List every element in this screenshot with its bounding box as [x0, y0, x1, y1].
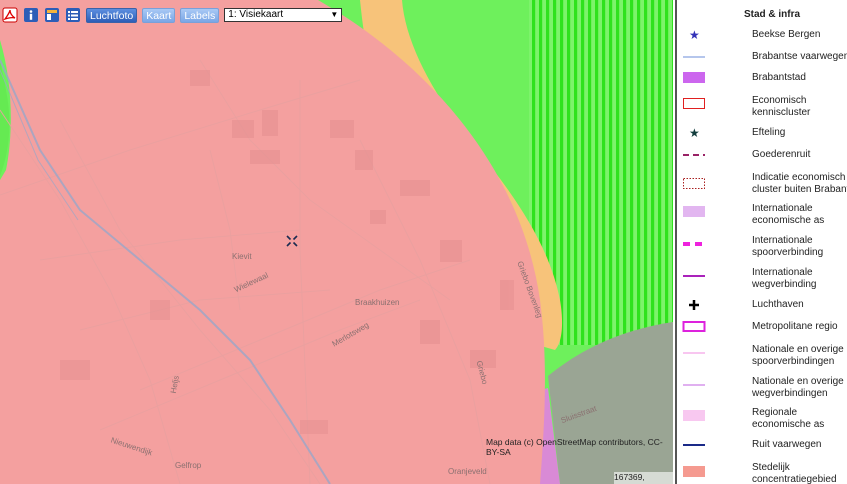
legend-label: Brabantse vaarwegen [752, 51, 847, 62]
legend-label: Nationale en overige spoorverbindingen [752, 344, 844, 367]
line-navy-legend-symbol-icon [681, 439, 707, 451]
dotted-red-legend-symbol-icon [681, 178, 707, 190]
coordinate-readout: 167369, 382551 [614, 472, 673, 484]
legend-label: Stedelijk concentratiegebied [752, 462, 837, 484]
thin-line-violet-legend-symbol-icon [681, 379, 707, 391]
svg-text:★: ★ [689, 127, 700, 139]
luchtfoto-button[interactable]: Luchtfoto [86, 7, 138, 23]
fill-light-pink-legend-symbol-icon [681, 410, 707, 422]
street-label: Gelfrop [175, 461, 202, 470]
legend-label: Ruit vaarwegen [752, 439, 822, 450]
svg-text:★: ★ [689, 29, 700, 41]
legend-label: Efteling [752, 127, 786, 138]
star-blue-legend-symbol-icon: ★ [681, 28, 707, 42]
layers-icon[interactable] [44, 7, 60, 23]
chevron-down-icon: ▼ [330, 10, 339, 19]
map-select-dropdown[interactable]: 1: Visiekaart ▼ [224, 8, 343, 22]
plus-legend-symbol-icon [681, 299, 707, 311]
legend-label: Nationale en overige wegverbindingen [752, 376, 844, 399]
kaart-button[interactable]: Kaart [142, 7, 176, 23]
info-icon[interactable] [23, 7, 39, 23]
legend-label: Brabantstad [752, 72, 806, 83]
street-label: Oranjeveld [448, 467, 487, 476]
legend-label: Internationale economische as [752, 203, 825, 226]
star-dark-legend-symbol-icon: ★ [681, 126, 707, 140]
thin-line-pink-legend-symbol-icon [681, 347, 707, 359]
legend-label: Luchthaven [752, 299, 804, 310]
list-icon[interactable] [65, 7, 81, 23]
legend-label: Beekse Bergen [752, 29, 821, 40]
line-purple-legend-symbol-icon [681, 270, 707, 282]
map-canvas[interactable]: Kievit Wielewaal Braakhuizen Merlotsweg … [0, 0, 673, 484]
outline-red-legend-symbol-icon [681, 98, 707, 110]
map-attribution: Map data (c) OpenStreetMap contributors,… [486, 437, 663, 457]
labels-button[interactable]: Labels [180, 7, 220, 23]
pdf-icon[interactable] [2, 7, 18, 23]
map-toolbar: Luchtfoto Kaart Labels 1: Visiekaart ▼ [2, 6, 343, 24]
thin-line-blue-legend-symbol-icon [681, 51, 707, 63]
legend-label: Regionale economische as [752, 407, 825, 430]
legend-label: Internationale wegverbinding [752, 267, 817, 290]
legend-panel: Stad & infra ★ Beekse Bergen Brabantse vaa… [675, 0, 847, 484]
legend-title: Stad & infra [743, 9, 801, 20]
map-select-value: 1: Visiekaart [228, 9, 284, 20]
street-label: Braakhuizen [355, 298, 400, 307]
legend-label: Indicatie economisch cluster buiten Brab… [752, 172, 847, 195]
legend-label: Goederenruit [752, 149, 811, 160]
outline-magenta-legend-symbol-icon [681, 321, 707, 333]
legend-label: Internationale spoorverbinding [752, 235, 824, 258]
fill-salmon-legend-symbol-icon [681, 466, 707, 478]
dash-purple-legend-symbol-icon [681, 149, 707, 161]
legend-label: Economisch kenniscluster [752, 95, 811, 118]
fill-purple-legend-symbol-icon [681, 72, 707, 84]
dash-magenta-legend-symbol-icon [681, 238, 707, 250]
fill-lavender-legend-symbol-icon [681, 206, 707, 218]
street-label: Kievit [232, 252, 252, 261]
legend-label: Metropolitane regio [752, 321, 838, 332]
